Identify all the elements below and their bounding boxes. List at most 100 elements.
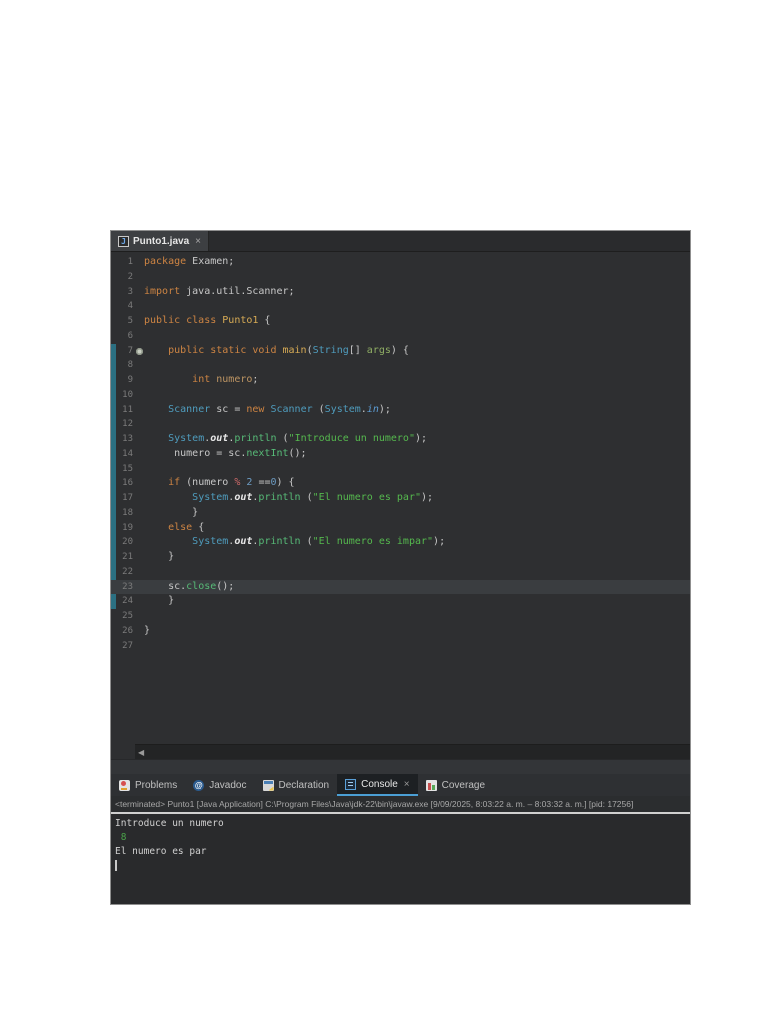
code-token: (); [216,580,235,592]
line-number: 8 [127,360,133,371]
code-text: System.out.println ("El numero es par"); [144,491,433,506]
line-number: 18 [122,507,133,518]
code-text: import java.util.Scanner; [144,285,295,300]
horizontal-scrollbar[interactable]: ◀ [135,744,690,759]
line-number: 17 [122,493,133,503]
code-text: Scanner sc = new Scanner (System.in); [144,403,391,418]
gutter-marker-cell [135,285,144,300]
code-token: "Introduce un numero" [288,433,415,444]
console-output[interactable]: Introduce un numero 8 El numero es par [111,814,690,904]
line-number: 11 [122,404,133,415]
code-token: Examen; [186,256,235,267]
gutter-marker-cell [135,639,144,654]
code-line: 15 [111,462,690,477]
gutter-marker-cell [135,270,144,285]
code-token: out [210,433,229,444]
code-line: 20 System.out.println ("El numero es imp… [111,535,690,550]
close-tab-icon[interactable]: × [195,236,201,247]
code-token: System [192,536,229,548]
code-token: int [192,374,211,385]
code-line: 19 else { [111,521,690,536]
code-text: System.out.println ("El numero es impar"… [144,535,445,550]
code-line: 17 System.out.println ("El numero es par… [111,491,690,506]
code-token: close [186,580,217,592]
gutter-marker-cell [135,506,144,521]
panel-sash[interactable] [111,759,690,774]
code-token: ); [433,536,446,548]
code-editor[interactable]: 1 package Examen; 2 3 import java.util.Scann… [111,252,690,759]
code-lines: 1 package Examen; 2 3 import java.util.Scann… [111,252,690,653]
code-line: 25 [111,609,690,624]
line-number: 24 [122,596,133,607]
line-number: 23 [122,581,133,592]
line-number: 6 [127,330,133,341]
line-number: 21 [122,552,133,562]
gutter-marker-cell [135,403,144,418]
code-line: 27 [111,639,690,654]
gutter-marker-cell [135,476,144,491]
code-line: 10 [111,388,690,403]
line-number: 3 [127,286,133,297]
code-token: else [168,521,193,533]
console-line: Introduce un numero [115,818,224,829]
tab-declaration[interactable]: Declaration [255,774,338,796]
gutter-marker-cell [135,462,144,477]
gutter-marker-cell [135,580,144,595]
gutter-marker-cell [135,358,144,373]
code-token: Scanner [168,403,211,415]
line-number: 7 [127,345,133,356]
code-token: println [234,433,277,444]
line-number: 9 [127,375,133,385]
code-line: 16 if (numero % 2 ==0) { [111,476,690,491]
tab-console[interactable]: Console × [337,774,418,796]
code-text: } [144,594,174,609]
code-token: sc = [210,403,247,415]
code-token: System [192,492,229,503]
code-text: sc.close(); [144,580,234,595]
line-number: 4 [127,301,133,312]
code-token: numero [216,374,253,385]
gutter-marker-cell [135,373,144,388]
code-line: 8 [111,358,690,373]
code-text: else { [144,521,204,536]
code-token: { [192,521,205,533]
code-token: ) { [390,344,409,356]
gutter-marker-cell [135,535,144,550]
coverage-icon [425,779,437,791]
code-text: } [144,624,150,639]
code-line: 9 int numero; [111,373,690,388]
javadoc-icon [193,779,205,791]
code-token: System [168,433,205,444]
code-token: } [144,506,199,518]
code-token: out [234,492,253,503]
gutter-marker-cell [135,432,144,447]
code-token: main [282,344,307,356]
code-token: == [252,477,271,489]
tab-coverage[interactable]: Coverage [418,774,493,796]
line-number: 16 [122,478,133,489]
line-number: 5 [127,316,133,326]
problems-icon [119,779,130,791]
code-text: package Examen; [144,255,234,270]
code-token: ( [312,403,325,415]
line-number: 26 [122,625,133,636]
code-text: System.out.println ("Introduce un numero… [144,432,427,447]
code-token: } [144,595,175,607]
bottom-tab-bar: Problems Javadoc Declaration Console × Covera… [111,774,690,796]
tab-javadoc[interactable]: Javadoc [185,774,254,796]
gutter-marker-cell [135,314,144,329]
tab-label: Javadoc [209,779,247,791]
close-tab-icon[interactable]: × [404,779,410,790]
code-token: public class [144,315,223,326]
code-token: Scanner [270,403,313,415]
tab-punto1-java[interactable]: Punto1.java × [111,231,209,251]
code-token: System [324,403,361,415]
scroll-left-icon[interactable]: ◀ [135,748,144,757]
tab-label: Problems [135,779,178,791]
code-token: ); [414,433,428,444]
code-token: ); [421,492,434,503]
tab-problems[interactable]: Problems [111,774,185,796]
code-token: [] [348,344,367,356]
